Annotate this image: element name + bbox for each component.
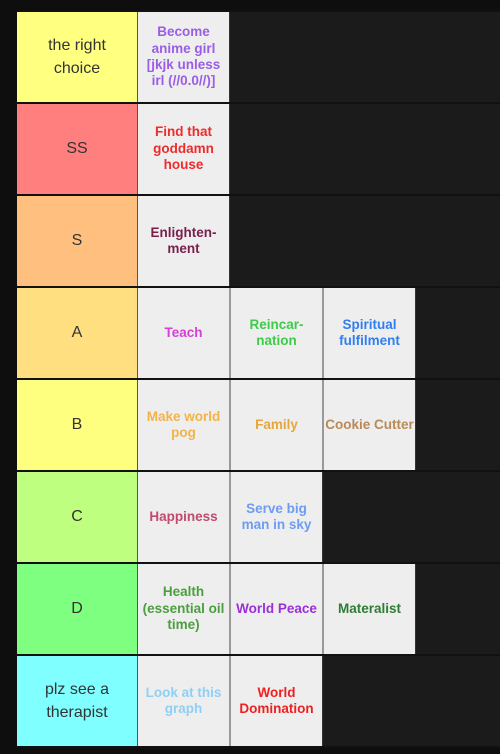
tier-label[interactable]: D [17, 564, 138, 654]
tier-item-text: World Peace [236, 600, 317, 616]
tier-item-text: Find that goddamn house [153, 124, 214, 173]
tier-label[interactable]: B [17, 380, 138, 470]
tier-items[interactable]: Become anime girl [jkjk unless irl (//0.… [138, 12, 500, 102]
tier-items[interactable]: Teach Reincar-nation Spiritual fulfilment [138, 288, 500, 378]
tier-label[interactable]: C [17, 472, 138, 562]
tier-items[interactable]: Enlighten-ment [138, 196, 500, 286]
tier-item-text: Become anime girl [jkjk unless irl (//0.… [146, 24, 221, 89]
tier-items[interactable]: Health (essential oil time) World Peace Ma… [138, 564, 500, 654]
tier-item-card[interactable]: Happiness [138, 472, 231, 562]
tier-label[interactable]: SS [17, 104, 138, 194]
tier-item-text: Family [255, 416, 298, 432]
tier-row: A Teach Reincar-nation Spiritual fulfilment [17, 286, 500, 378]
tier-item-text: Reincar-nation [249, 316, 304, 348]
tier-label[interactable]: S [17, 196, 138, 286]
tier-label[interactable]: plz see a therapist [17, 656, 138, 746]
tier-item-card[interactable]: Health (essential oil time) [138, 564, 231, 654]
tier-item-text: Happiness [149, 508, 218, 524]
tier-row: S Enlighten-ment [17, 194, 500, 286]
tier-item-card[interactable]: Reincar-nation [231, 288, 324, 378]
tier-label[interactable]: the right choice [17, 12, 138, 102]
tier-item-text: World Domination [239, 684, 314, 716]
tier-item-card[interactable]: Become anime girl [jkjk unless irl (//0.… [138, 12, 230, 102]
tier-list-board: the right choice Become anime girl [jkjk … [17, 10, 500, 748]
tier-item-card[interactable]: Serve big man in sky [231, 472, 323, 562]
tier-items[interactable]: Find that goddamn house [138, 104, 500, 194]
tier-items[interactable]: Look at this graph World Domination [138, 656, 500, 746]
tier-item-text: Materalist [337, 600, 402, 616]
tier-item-text: Cookie Cutter [325, 416, 414, 432]
tier-label[interactable]: A [17, 288, 138, 378]
tier-item-card[interactable]: World Peace [231, 564, 324, 654]
tier-row: plz see a therapist Look at this graph Wor… [17, 654, 500, 748]
tier-row: B Make world pog Family Cookie Cutter [17, 378, 500, 470]
tier-items[interactable]: Happiness Serve big man in sky [138, 472, 500, 562]
tier-item-card[interactable]: World Domination [231, 656, 323, 746]
tier-row: C Happiness Serve big man in sky [17, 470, 500, 562]
tier-row: D Health (essential oil time) World Peace M… [17, 562, 500, 654]
tier-items[interactable]: Make world pog Family Cookie Cutter [138, 380, 500, 470]
tier-item-card[interactable]: Make world pog [138, 380, 231, 470]
tier-item-card[interactable]: Materalist [324, 564, 416, 654]
tier-item-card[interactable]: Enlighten-ment [138, 196, 230, 286]
tier-item-card[interactable]: Family [231, 380, 324, 470]
tier-item-text: Health (essential oil time) [142, 584, 225, 633]
tier-item-card[interactable]: Look at this graph [138, 656, 231, 746]
tier-item-card[interactable]: Teach [138, 288, 231, 378]
tier-item-card[interactable]: Spiritual fulfilment [324, 288, 416, 378]
tier-row: SS Find that goddamn house [17, 102, 500, 194]
tier-item-text: Spiritual fulfilment [339, 316, 400, 348]
tier-item-text: Enlighten-ment [150, 224, 217, 256]
tier-row: the right choice Become anime girl [jkjk … [17, 10, 500, 102]
tier-item-card[interactable]: Find that goddamn house [138, 104, 230, 194]
tier-item-text: Make world pog [146, 408, 221, 440]
tier-item-card[interactable]: Cookie Cutter [324, 380, 416, 470]
tier-item-text: Look at this graph [145, 684, 222, 716]
tier-item-text: Serve big man in sky [241, 500, 312, 532]
tier-item-text: Teach [164, 324, 203, 340]
